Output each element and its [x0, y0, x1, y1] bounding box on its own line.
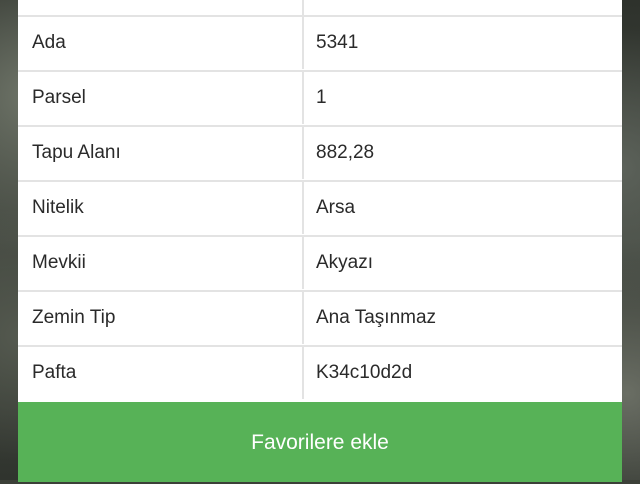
add-to-favorites-button[interactable]: Favorilere ekle [18, 402, 622, 482]
table-row: Tapu Alanı 882,28 [18, 125, 622, 179]
column-divider [302, 72, 304, 124]
column-divider [302, 182, 304, 234]
row-value: Akyazı [316, 252, 374, 273]
row-value: Arsa [316, 197, 356, 218]
row-value: 1 [316, 87, 327, 108]
row-label: Parsel [32, 87, 86, 108]
column-divider [302, 237, 304, 289]
row-value: Ana Taşınmaz [316, 307, 437, 328]
row-label: Tapu Alanı [32, 142, 121, 163]
row-value: K34c10d2d [316, 362, 413, 383]
table-row: Mevkii Akyazı [18, 235, 622, 289]
column-divider [302, 127, 304, 179]
row-label: Zemin Tip [32, 307, 116, 328]
row-value: 882,28 [316, 142, 375, 163]
row-label: Mevkii [32, 252, 86, 273]
row-value: 5341 [316, 32, 359, 53]
column-divider [302, 17, 304, 69]
table-row: Zemin Tip Ana Taşınmaz [18, 290, 622, 344]
column-divider [302, 292, 304, 344]
table-row: Parsel 1 [18, 70, 622, 124]
table-row: Ada 5341 [18, 15, 622, 69]
table-row: Nitelik Arsa [18, 180, 622, 234]
row-label: Pafta [32, 362, 77, 383]
row-label: Nitelik [32, 197, 84, 218]
table-row: Pafta K34c10d2d [18, 345, 622, 399]
row-label: Ada [32, 32, 66, 53]
column-divider [302, 347, 304, 399]
